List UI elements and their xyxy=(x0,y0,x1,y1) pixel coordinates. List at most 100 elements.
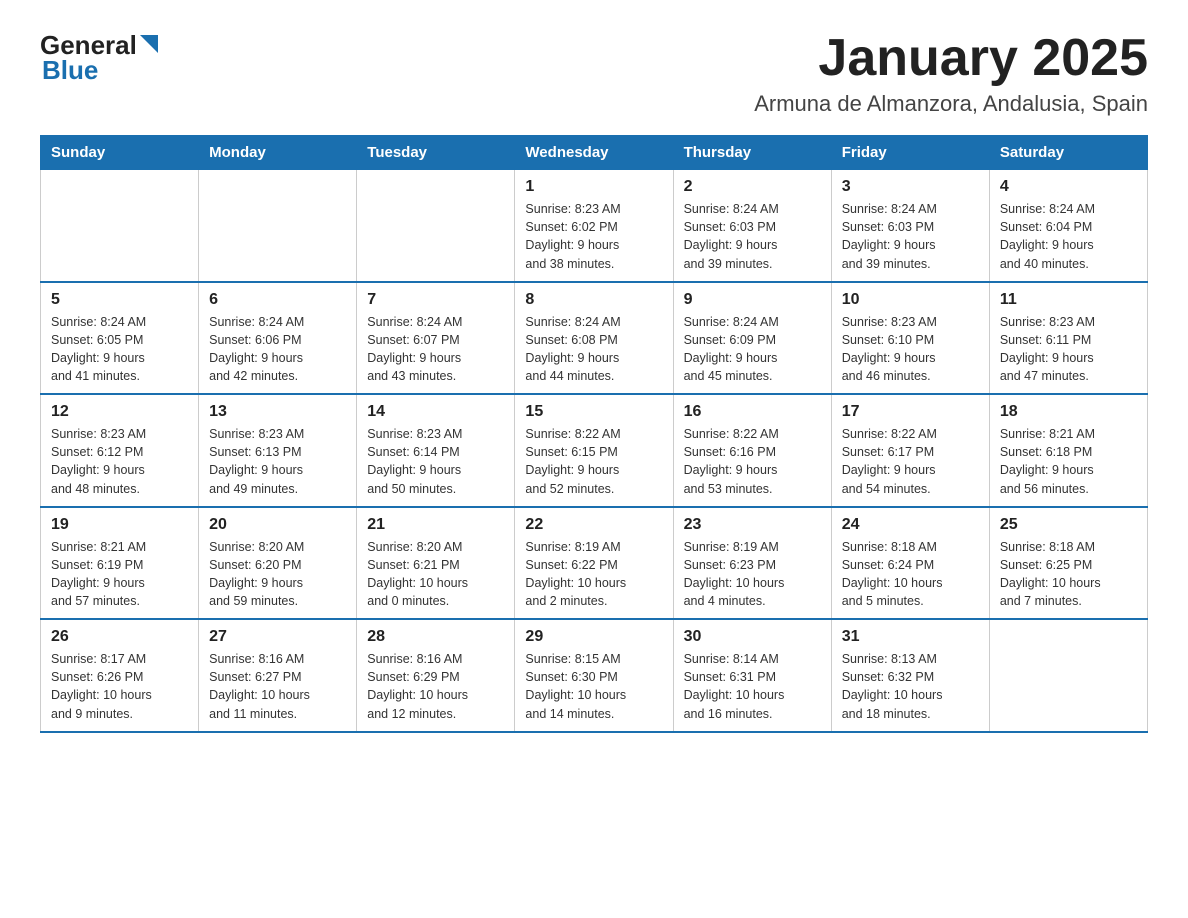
day-cell: 25Sunrise: 8:18 AM Sunset: 6:25 PM Dayli… xyxy=(989,507,1147,620)
day-cell: 8 Sunrise: 8:24 AM Sunset: 6:08 PM Daylig… xyxy=(515,282,673,395)
day-info: Sunrise: 8:21 AM Sunset: 6:18 PM Dayligh… xyxy=(1000,425,1137,498)
day-number: 1 xyxy=(525,178,662,196)
day-info: Sunrise: 8:24 AM Sunset: 6:07 PM Dayligh… xyxy=(367,313,504,386)
day-number: 9 xyxy=(684,291,821,309)
day-info: Sunrise: 8:18 AM Sunset: 6:25 PM Dayligh… xyxy=(1000,538,1137,611)
day-info: Sunrise: 8:22 AM Sunset: 6:17 PM Dayligh… xyxy=(842,425,979,498)
day-cell: 6 Sunrise: 8:24 AM Sunset: 6:06 PM Daylig… xyxy=(199,282,357,395)
day-number: 17 xyxy=(842,403,979,421)
day-info: Sunrise: 8:23 AM Sunset: 6:02 PM Dayligh… xyxy=(525,200,662,273)
day-number: 10 xyxy=(842,291,979,309)
day-info: Sunrise: 8:23 AM Sunset: 6:10 PM Dayligh… xyxy=(842,313,979,386)
column-header-monday: Monday xyxy=(199,136,357,170)
day-info: Sunrise: 8:21 AM Sunset: 6:19 PM Dayligh… xyxy=(51,538,188,611)
day-cell: 10 Sunrise: 8:23 AM Sunset: 6:10 PM Dayli… xyxy=(831,282,989,395)
day-info: Sunrise: 8:16 AM Sunset: 6:27 PM Dayligh… xyxy=(209,650,346,723)
day-cell: 31 Sunrise: 8:13 AM Sunset: 6:32 PM Dayli… xyxy=(831,619,989,732)
day-cell: 4 Sunrise: 8:24 AM Sunset: 6:04 PM Daylig… xyxy=(989,170,1147,282)
day-info: Sunrise: 8:19 AM Sunset: 6:22 PM Dayligh… xyxy=(525,538,662,611)
day-number: 13 xyxy=(209,403,346,421)
logo: General Blue xyxy=(40,30,158,86)
day-cell: 16 Sunrise: 8:22 AM Sunset: 6:16 PM Dayli… xyxy=(673,394,831,507)
day-number: 3 xyxy=(842,178,979,196)
day-cell xyxy=(199,170,357,282)
day-cell: 11 Sunrise: 8:23 AM Sunset: 6:11 PM Dayli… xyxy=(989,282,1147,395)
day-cell: 29 Sunrise: 8:15 AM Sunset: 6:30 PM Dayli… xyxy=(515,619,673,732)
calendar-table: SundayMondayTuesdayWednesdayThursdayFrid… xyxy=(40,135,1148,733)
day-info: Sunrise: 8:23 AM Sunset: 6:14 PM Dayligh… xyxy=(367,425,504,498)
day-number: 16 xyxy=(684,403,821,421)
day-info: Sunrise: 8:13 AM Sunset: 6:32 PM Dayligh… xyxy=(842,650,979,723)
day-cell xyxy=(357,170,515,282)
day-number: 22 xyxy=(525,516,662,534)
day-number: 23 xyxy=(684,516,821,534)
day-number: 4 xyxy=(1000,178,1137,196)
calendar-body: 1 Sunrise: 8:23 AM Sunset: 6:02 PM Daylig… xyxy=(41,170,1148,732)
day-info: Sunrise: 8:23 AM Sunset: 6:11 PM Dayligh… xyxy=(1000,313,1137,386)
day-number: 27 xyxy=(209,628,346,646)
day-info: Sunrise: 8:22 AM Sunset: 6:15 PM Dayligh… xyxy=(525,425,662,498)
day-number: 14 xyxy=(367,403,504,421)
day-cell: 22 Sunrise: 8:19 AM Sunset: 6:22 PM Dayli… xyxy=(515,507,673,620)
day-number: 30 xyxy=(684,628,821,646)
day-cell: 1 Sunrise: 8:23 AM Sunset: 6:02 PM Daylig… xyxy=(515,170,673,282)
day-cell: 30 Sunrise: 8:14 AM Sunset: 6:31 PM Dayli… xyxy=(673,619,831,732)
day-info: Sunrise: 8:14 AM Sunset: 6:31 PM Dayligh… xyxy=(684,650,821,723)
day-info: Sunrise: 8:17 AM Sunset: 6:26 PM Dayligh… xyxy=(51,650,188,723)
day-info: Sunrise: 8:24 AM Sunset: 6:04 PM Dayligh… xyxy=(1000,200,1137,273)
day-number: 20 xyxy=(209,516,346,534)
day-cell: 18 Sunrise: 8:21 AM Sunset: 6:18 PM Dayli… xyxy=(989,394,1147,507)
day-number: 28 xyxy=(367,628,504,646)
day-number: 7 xyxy=(367,291,504,309)
day-cell: 28 Sunrise: 8:16 AM Sunset: 6:29 PM Dayli… xyxy=(357,619,515,732)
logo-blue: Blue xyxy=(42,55,98,86)
day-cell: 12 Sunrise: 8:23 AM Sunset: 6:12 PM Dayli… xyxy=(41,394,199,507)
column-header-saturday: Saturday xyxy=(989,136,1147,170)
day-number: 12 xyxy=(51,403,188,421)
day-cell: 5Sunrise: 8:24 AM Sunset: 6:05 PM Daylig… xyxy=(41,282,199,395)
day-info: Sunrise: 8:22 AM Sunset: 6:16 PM Dayligh… xyxy=(684,425,821,498)
day-info: Sunrise: 8:24 AM Sunset: 6:05 PM Dayligh… xyxy=(51,313,188,386)
title-area: January 2025 Armuna de Almanzora, Andalu… xyxy=(754,30,1148,117)
day-cell: 3 Sunrise: 8:24 AM Sunset: 6:03 PM Daylig… xyxy=(831,170,989,282)
day-cell: 2Sunrise: 8:24 AM Sunset: 6:03 PM Daylig… xyxy=(673,170,831,282)
day-info: Sunrise: 8:16 AM Sunset: 6:29 PM Dayligh… xyxy=(367,650,504,723)
day-info: Sunrise: 8:24 AM Sunset: 6:03 PM Dayligh… xyxy=(842,200,979,273)
day-cell: 26Sunrise: 8:17 AM Sunset: 6:26 PM Dayli… xyxy=(41,619,199,732)
day-cell: 9Sunrise: 8:24 AM Sunset: 6:09 PM Daylig… xyxy=(673,282,831,395)
day-number: 31 xyxy=(842,628,979,646)
day-info: Sunrise: 8:18 AM Sunset: 6:24 PM Dayligh… xyxy=(842,538,979,611)
day-number: 18 xyxy=(1000,403,1137,421)
day-info: Sunrise: 8:19 AM Sunset: 6:23 PM Dayligh… xyxy=(684,538,821,611)
day-cell: 14 Sunrise: 8:23 AM Sunset: 6:14 PM Dayli… xyxy=(357,394,515,507)
day-cell: 17 Sunrise: 8:22 AM Sunset: 6:17 PM Dayli… xyxy=(831,394,989,507)
day-number: 11 xyxy=(1000,291,1137,309)
day-number: 6 xyxy=(209,291,346,309)
day-number: 8 xyxy=(525,291,662,309)
day-cell: 7 Sunrise: 8:24 AM Sunset: 6:07 PM Daylig… xyxy=(357,282,515,395)
day-info: Sunrise: 8:15 AM Sunset: 6:30 PM Dayligh… xyxy=(525,650,662,723)
column-header-tuesday: Tuesday xyxy=(357,136,515,170)
week-row-1: 1 Sunrise: 8:23 AM Sunset: 6:02 PM Daylig… xyxy=(41,170,1148,282)
column-header-sunday: Sunday xyxy=(41,136,199,170)
day-cell: 27 Sunrise: 8:16 AM Sunset: 6:27 PM Dayli… xyxy=(199,619,357,732)
day-number: 29 xyxy=(525,628,662,646)
day-cell xyxy=(41,170,199,282)
day-info: Sunrise: 8:24 AM Sunset: 6:06 PM Dayligh… xyxy=(209,313,346,386)
day-cell: 24 Sunrise: 8:18 AM Sunset: 6:24 PM Dayli… xyxy=(831,507,989,620)
week-row-2: 5Sunrise: 8:24 AM Sunset: 6:05 PM Daylig… xyxy=(41,282,1148,395)
day-info: Sunrise: 8:23 AM Sunset: 6:12 PM Dayligh… xyxy=(51,425,188,498)
day-info: Sunrise: 8:24 AM Sunset: 6:08 PM Dayligh… xyxy=(525,313,662,386)
column-header-friday: Friday xyxy=(831,136,989,170)
day-info: Sunrise: 8:20 AM Sunset: 6:21 PM Dayligh… xyxy=(367,538,504,611)
day-cell: 20 Sunrise: 8:20 AM Sunset: 6:20 PM Dayli… xyxy=(199,507,357,620)
week-row-3: 12 Sunrise: 8:23 AM Sunset: 6:12 PM Dayli… xyxy=(41,394,1148,507)
calendar-title: January 2025 xyxy=(754,30,1148,87)
day-number: 24 xyxy=(842,516,979,534)
day-info: Sunrise: 8:24 AM Sunset: 6:03 PM Dayligh… xyxy=(684,200,821,273)
day-cell: 23 Sunrise: 8:19 AM Sunset: 6:23 PM Dayli… xyxy=(673,507,831,620)
logo-triangle-icon xyxy=(140,35,158,53)
day-cell: 13Sunrise: 8:23 AM Sunset: 6:13 PM Dayli… xyxy=(199,394,357,507)
day-info: Sunrise: 8:20 AM Sunset: 6:20 PM Dayligh… xyxy=(209,538,346,611)
day-number: 15 xyxy=(525,403,662,421)
